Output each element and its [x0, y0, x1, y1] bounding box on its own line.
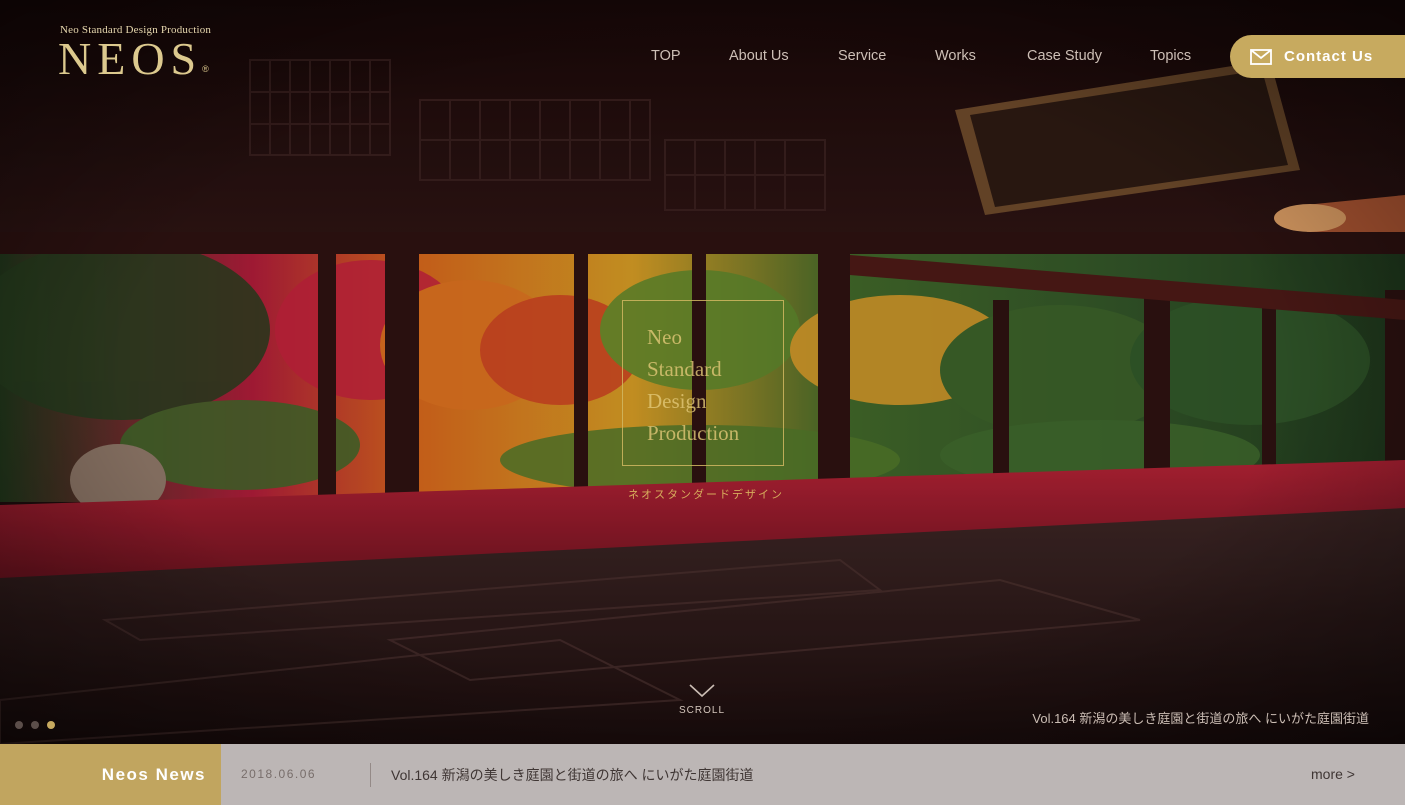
nav-item-works[interactable]: Works	[935, 48, 976, 64]
hero-slideshow: Neo Standard Design Production NEOS® TOP…	[0, 0, 1405, 744]
nav-item-topics[interactable]: Topics	[1150, 48, 1191, 64]
mail-icon	[1250, 48, 1272, 65]
contact-us-button[interactable]: Contact Us	[1230, 35, 1405, 78]
nav-item-top[interactable]: TOP	[651, 48, 681, 64]
news-label: Neos News	[0, 744, 221, 805]
contact-us-label: Contact Us	[1284, 48, 1374, 65]
scroll-indicator[interactable]: SCROLL	[672, 684, 732, 716]
slide-dot-active[interactable]	[47, 721, 55, 729]
brand-name: NEOS	[58, 33, 203, 84]
registered-mark: ®	[202, 64, 209, 74]
news-divider	[370, 763, 371, 787]
slide-dot[interactable]	[31, 721, 39, 729]
chevron-down-icon	[689, 684, 715, 698]
emblem-line: Production	[647, 421, 740, 445]
nav-item-about-us[interactable]: About Us	[729, 48, 789, 64]
emblem-subtitle: ネオスタンダードデザイン	[628, 489, 784, 501]
news-bar: Neos News 2018.06.06 Vol.164 新潟の美しき庭園と街道…	[0, 744, 1405, 805]
nav-item-service[interactable]: Service	[838, 48, 886, 64]
slide-pagination	[15, 721, 55, 729]
emblem-line: Standard	[647, 357, 722, 381]
emblem-line: Design	[647, 389, 707, 413]
brand-logo[interactable]: Neo Standard Design Production NEOS®	[58, 24, 211, 82]
nav-item-case-study[interactable]: Case Study	[1027, 48, 1102, 64]
slide-dot[interactable]	[15, 721, 23, 729]
slide-caption[interactable]: Vol.164 新潟の美しき庭園と街道の旅へ にいがた庭園街道	[1032, 708, 1369, 727]
emblem-line: Neo	[647, 325, 682, 349]
hero-emblem: Neo Standard Design Production	[622, 300, 784, 466]
news-more-link[interactable]: more >	[1311, 766, 1355, 782]
news-title-link[interactable]: Vol.164 新潟の美しき庭園と街道の旅へ にいがた庭園街道	[391, 765, 754, 785]
scroll-label: SCROLL	[678, 705, 725, 716]
news-label-text: Neos News	[101, 764, 206, 784]
news-date: 2018.06.06	[241, 767, 317, 781]
